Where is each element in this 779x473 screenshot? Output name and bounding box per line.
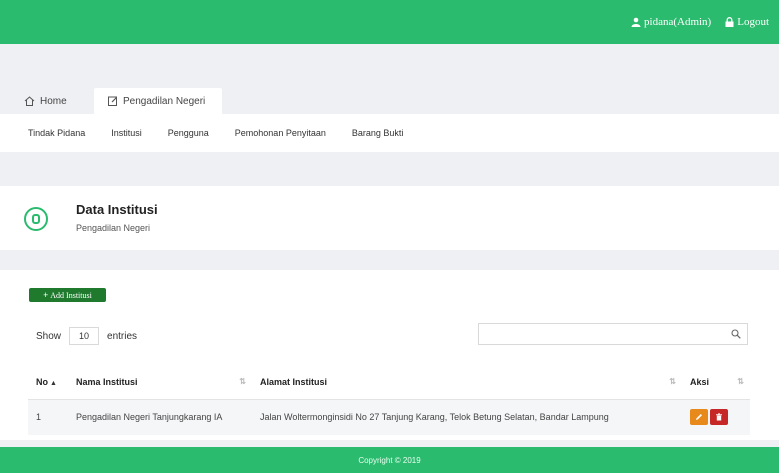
home-icon [24,96,35,106]
sort-icon: ⇅ [737,377,744,386]
cell-aksi [682,399,750,435]
subnav-item-barang-bukti[interactable]: Barang Bukti [352,128,404,138]
entries-select[interactable]: 10 [69,327,100,345]
tab-home[interactable]: Home [24,88,67,114]
user-icon [631,17,641,27]
cell-nama: Pengadilan Negeri Tanjungkarang IA [68,399,252,435]
column-header-no[interactable]: No ▲ [28,365,68,400]
page-icon [24,207,48,231]
sort-icon: ⇅ [669,377,676,386]
column-header-aksi[interactable]: Aksi ⇅ [682,365,750,400]
tab-pengadilan-negeri[interactable]: Pengadilan Negeri [94,88,222,114]
subnav-item-institusi[interactable]: Institusi [111,128,142,138]
column-label: No [36,376,48,387]
subnav-item-pengguna[interactable]: Pengguna [168,128,209,138]
logout-link[interactable]: Logout [725,16,769,28]
tab-active-label: Pengadilan Negeri [123,95,206,107]
user-menu[interactable]: pidana(Admin) [631,16,711,28]
column-header-nama[interactable]: Nama Institusi ⇅ [68,365,252,400]
content-card: + Add Institusi Show 10 entries No ▲ Nama… [0,270,779,440]
sub-navigation: Tindak Pidana Institusi Pengguna Pemohon… [0,114,779,152]
institusi-table: No ▲ Nama Institusi ⇅ Alamat Institusi ⇅ Ak… [28,365,750,435]
show-label: Show [36,330,62,342]
add-button-label: Add Institusi [50,290,92,300]
table-row: 1 Pengadilan Negeri Tanjungkarang IA Jal… [28,399,750,435]
lock-icon [725,17,734,27]
entries-value: 10 [79,331,90,341]
add-institusi-button[interactable]: + Add Institusi [29,288,106,302]
sort-asc-icon: ▲ [50,379,57,387]
page-header: Data Institusi Pengadilan Negeri [0,186,779,250]
page-subtitle: Pengadilan Negeri [76,223,151,233]
edit-document-icon [108,96,117,106]
subnav-item-tindak-pidana[interactable]: Tindak Pidana [28,128,85,138]
entries-length-control: Show 10 entries [36,327,137,345]
top-navbar: pidana(Admin) Logout [0,0,779,44]
table-header-row: No ▲ Nama Institusi ⇅ Alamat Institusi ⇅ Ak… [28,365,750,400]
logout-label: Logout [737,16,769,28]
tab-bar: Home Pengadilan Negeri [0,88,779,114]
edit-button[interactable] [690,409,708,426]
column-header-alamat[interactable]: Alamat Institusi ⇅ [252,365,682,400]
pencil-icon [696,414,702,421]
column-label: Nama Institusi [76,376,138,387]
entries-label: entries [107,330,138,342]
page-footer: Copyright © 2019 [0,447,779,473]
plus-icon: + [43,290,49,300]
subnav-item-pemohonan-penyitaan[interactable]: Pemohonan Penyitaan [235,128,326,138]
column-label: Alamat Institusi [260,376,328,387]
column-label: Aksi [690,376,710,387]
cell-alamat: Jalan Wolter­monginsidi No 27 Tanjung Ka… [252,399,682,435]
copyright-text: Copyright © 2019 [358,455,421,465]
sort-icon: ⇅ [239,377,246,386]
cell-no: 1 [28,399,68,435]
search-input[interactable] [478,323,748,345]
user-name: pidana(Admin) [644,16,712,28]
page-title: Data Institusi [76,202,158,217]
trash-icon [716,413,722,421]
tab-home-label: Home [40,95,67,107]
search-icon[interactable] [731,329,741,339]
delete-button[interactable] [710,409,728,426]
